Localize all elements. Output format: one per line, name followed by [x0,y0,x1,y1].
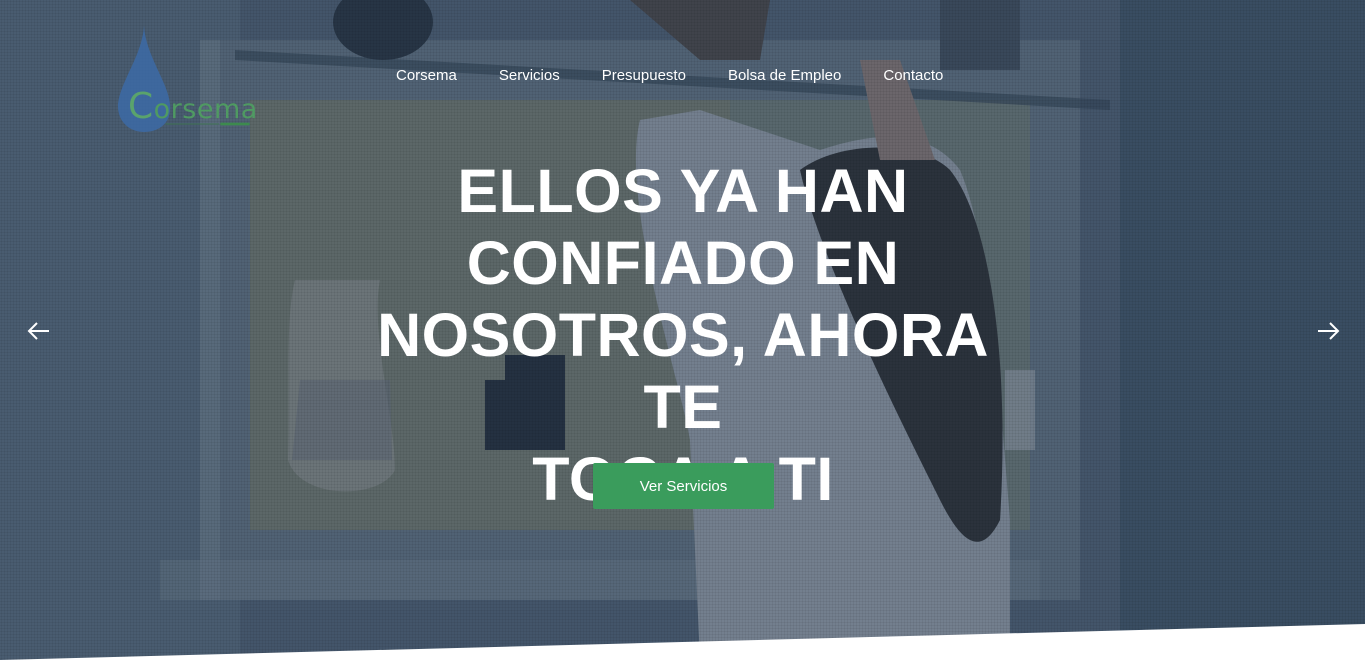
arrow-right-icon[interactable] [1315,318,1341,344]
hero-headline-line: NOSOTROS, AHORA TE [377,301,989,441]
hero-headline: ELLOS YA HAN CONFIADO EN NOSOTROS, AHORA… [340,155,1026,515]
hero-slider: Corsema Corsema Servicios Presupuesto Bo… [0,0,1365,660]
ver-servicios-button[interactable]: Ver Servicios [593,463,774,509]
section-divider [0,624,1365,660]
nav-item-presupuesto[interactable]: Presupuesto [581,66,707,86]
hero-headline-line: ELLOS YA HAN [457,157,909,225]
hero-headline-line: CONFIADO EN [466,229,900,297]
nav-item-corsema[interactable]: Corsema [375,66,478,86]
brand-logo[interactable]: Corsema [116,26,286,136]
nav-item-servicios[interactable]: Servicios [478,66,581,86]
brand-logo-initial: C [128,86,154,127]
brand-logo-rest: orsema [153,94,258,125]
brand-tagline-bar [165,122,250,126]
nav-item-bolsa-de-empleo[interactable]: Bolsa de Empleo [707,66,862,86]
nav-item-contacto[interactable]: Contacto [862,66,964,86]
main-nav: Corsema Servicios Presupuesto Bolsa de E… [375,66,964,86]
arrow-left-icon[interactable] [26,318,52,344]
brand-wordmark: Corsema [128,86,258,127]
